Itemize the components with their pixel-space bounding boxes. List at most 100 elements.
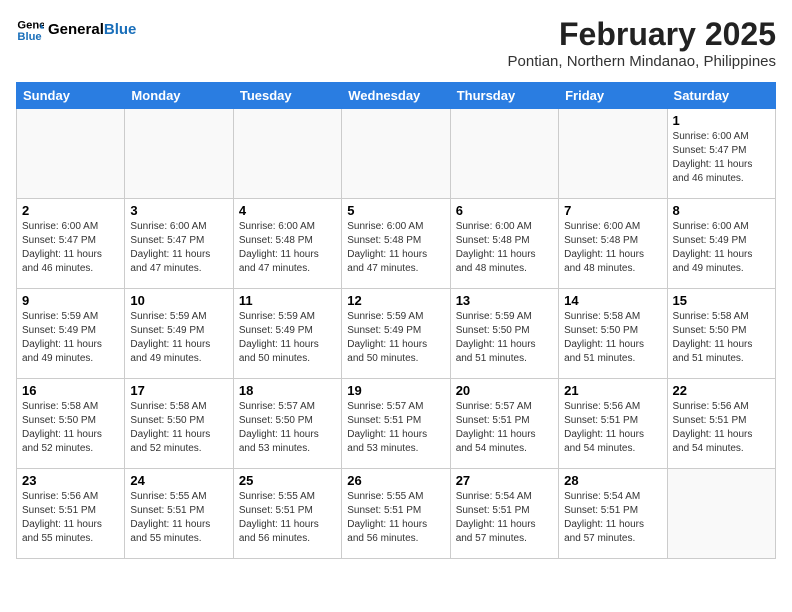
week-row-5: 23 Sunrise: 5:56 AM Sunset: 5:51 PM Dayli…: [17, 469, 776, 559]
page-header: General Blue GeneralBlue February 2025 P…: [16, 16, 776, 70]
day-info: Sunrise: 5:57 AM Sunset: 5:50 PM Dayligh…: [239, 400, 336, 456]
day-info: Sunrise: 6:00 AM Sunset: 5:49 PM Dayligh…: [673, 220, 770, 276]
svg-text:Blue: Blue: [17, 31, 41, 43]
day-info: Sunrise: 6:00 AM Sunset: 5:48 PM Dayligh…: [347, 220, 444, 276]
calendar-cell: 24 Sunrise: 5:55 AM Sunset: 5:51 PM Dayli…: [125, 469, 233, 559]
day-info: Sunrise: 5:57 AM Sunset: 5:51 PM Dayligh…: [456, 400, 553, 456]
calendar-cell: [17, 109, 125, 199]
logo-blue: Blue: [104, 21, 137, 38]
day-info: Sunrise: 5:54 AM Sunset: 5:51 PM Dayligh…: [564, 490, 661, 546]
calendar-cell: 23 Sunrise: 5:56 AM Sunset: 5:51 PM Dayli…: [17, 469, 125, 559]
calendar-cell: 25 Sunrise: 5:55 AM Sunset: 5:51 PM Dayli…: [233, 469, 341, 559]
week-row-4: 16 Sunrise: 5:58 AM Sunset: 5:50 PM Dayli…: [17, 379, 776, 469]
svg-text:General: General: [17, 20, 44, 32]
day-number: 5: [347, 203, 444, 218]
weekday-header-row: SundayMondayTuesdayWednesdayThursdayFrid…: [17, 83, 776, 109]
calendar-cell: 6 Sunrise: 6:00 AM Sunset: 5:48 PM Daylig…: [450, 199, 558, 289]
day-info: Sunrise: 6:00 AM Sunset: 5:47 PM Dayligh…: [22, 220, 119, 276]
calendar-cell: [559, 109, 667, 199]
calendar-cell: 17 Sunrise: 5:58 AM Sunset: 5:50 PM Dayli…: [125, 379, 233, 469]
day-number: 23: [22, 473, 119, 488]
day-info: Sunrise: 5:56 AM Sunset: 5:51 PM Dayligh…: [564, 400, 661, 456]
day-number: 24: [130, 473, 227, 488]
weekday-header-friday: Friday: [559, 83, 667, 109]
calendar-cell: 11Sunrise: 5:59 AM Sunset: 5:49 PM Dayli…: [233, 289, 341, 379]
calendar-cell: 1 Sunrise: 6:00 AM Sunset: 5:47 PM Daylig…: [667, 109, 775, 199]
day-info: Sunrise: 5:59 AM Sunset: 5:49 PM Dayligh…: [347, 310, 444, 366]
day-number: 2: [22, 203, 119, 218]
calendar-cell: 2 Sunrise: 6:00 AM Sunset: 5:47 PM Daylig…: [17, 199, 125, 289]
day-number: 16: [22, 383, 119, 398]
calendar-table: SundayMondayTuesdayWednesdayThursdayFrid…: [16, 82, 776, 559]
day-info: Sunrise: 5:58 AM Sunset: 5:50 PM Dayligh…: [673, 310, 770, 366]
day-number: 12: [347, 293, 444, 308]
day-number: 7: [564, 203, 661, 218]
day-info: Sunrise: 5:58 AM Sunset: 5:50 PM Dayligh…: [130, 400, 227, 456]
week-row-1: 1 Sunrise: 6:00 AM Sunset: 5:47 PM Daylig…: [17, 109, 776, 199]
day-info: Sunrise: 6:00 AM Sunset: 5:47 PM Dayligh…: [673, 130, 770, 186]
logo-icon: General Blue: [16, 16, 44, 44]
calendar-cell: 10 Sunrise: 5:59 AM Sunset: 5:49 PM Dayli…: [125, 289, 233, 379]
calendar-cell: 4 Sunrise: 6:00 AM Sunset: 5:48 PM Daylig…: [233, 199, 341, 289]
calendar-cell: [667, 469, 775, 559]
calendar-cell: 9 Sunrise: 5:59 AM Sunset: 5:49 PM Daylig…: [17, 289, 125, 379]
weekday-header-thursday: Thursday: [450, 83, 558, 109]
calendar-cell: [342, 109, 450, 199]
day-number: 21: [564, 383, 661, 398]
day-number: 25: [239, 473, 336, 488]
weekday-header-sunday: Sunday: [17, 83, 125, 109]
day-info: Sunrise: 5:55 AM Sunset: 5:51 PM Dayligh…: [239, 490, 336, 546]
day-info: Sunrise: 6:00 AM Sunset: 5:48 PM Dayligh…: [456, 220, 553, 276]
calendar-cell: [125, 109, 233, 199]
calendar-cell: 8 Sunrise: 6:00 AM Sunset: 5:49 PM Daylig…: [667, 199, 775, 289]
day-info: Sunrise: 5:57 AM Sunset: 5:51 PM Dayligh…: [347, 400, 444, 456]
calendar-cell: [233, 109, 341, 199]
day-info: Sunrise: 5:54 AM Sunset: 5:51 PM Dayligh…: [456, 490, 553, 546]
calendar-cell: 20 Sunrise: 5:57 AM Sunset: 5:51 PM Dayli…: [450, 379, 558, 469]
calendar-cell: 26 Sunrise: 5:55 AM Sunset: 5:51 PM Dayli…: [342, 469, 450, 559]
month-title: February 2025: [508, 16, 777, 53]
day-number: 4: [239, 203, 336, 218]
day-number: 18: [239, 383, 336, 398]
day-number: 10: [130, 293, 227, 308]
day-number: 13: [456, 293, 553, 308]
day-number: 3: [130, 203, 227, 218]
day-info: Sunrise: 5:59 AM Sunset: 5:49 PM Dayligh…: [130, 310, 227, 366]
day-number: 8: [673, 203, 770, 218]
calendar-cell: 12 Sunrise: 5:59 AM Sunset: 5:49 PM Dayli…: [342, 289, 450, 379]
day-info: Sunrise: 5:59 AM Sunset: 5:50 PM Dayligh…: [456, 310, 553, 366]
location-title: Pontian, Northern Mindanao, Philippines: [508, 53, 777, 70]
day-number: 6: [456, 203, 553, 218]
weekday-header-saturday: Saturday: [667, 83, 775, 109]
calendar-cell: 22 Sunrise: 5:56 AM Sunset: 5:51 PM Dayli…: [667, 379, 775, 469]
calendar-cell: 16Sunrise: 5:58 AM Sunset: 5:50 PM Dayli…: [17, 379, 125, 469]
calendar-cell: 13 Sunrise: 5:59 AM Sunset: 5:50 PM Dayli…: [450, 289, 558, 379]
day-number: 9: [22, 293, 119, 308]
day-info: Sunrise: 5:59 AM Sunset: 5:49 PM Dayligh…: [239, 310, 336, 366]
day-info: Sunrise: 6:00 AM Sunset: 5:48 PM Dayligh…: [564, 220, 661, 276]
title-block: February 2025 Pontian, Northern Mindanao…: [508, 16, 777, 70]
day-info: Sunrise: 5:56 AM Sunset: 5:51 PM Dayligh…: [22, 490, 119, 546]
day-number: 1: [673, 113, 770, 128]
day-info: Sunrise: 5:55 AM Sunset: 5:51 PM Dayligh…: [130, 490, 227, 546]
calendar-cell: 5 Sunrise: 6:00 AM Sunset: 5:48 PM Daylig…: [342, 199, 450, 289]
day-info: Sunrise: 6:00 AM Sunset: 5:47 PM Dayligh…: [130, 220, 227, 276]
calendar-cell: 19 Sunrise: 5:57 AM Sunset: 5:51 PM Dayli…: [342, 379, 450, 469]
day-info: Sunrise: 5:55 AM Sunset: 5:51 PM Dayligh…: [347, 490, 444, 546]
day-number: 17: [130, 383, 227, 398]
day-info: Sunrise: 6:00 AM Sunset: 5:48 PM Dayligh…: [239, 220, 336, 276]
calendar-cell: 15 Sunrise: 5:58 AM Sunset: 5:50 PM Dayli…: [667, 289, 775, 379]
logo-general: General: [48, 21, 104, 38]
day-number: 19: [347, 383, 444, 398]
day-number: 26: [347, 473, 444, 488]
day-info: Sunrise: 5:59 AM Sunset: 5:49 PM Dayligh…: [22, 310, 119, 366]
day-number: 20: [456, 383, 553, 398]
calendar-cell: 14Sunrise: 5:58 AM Sunset: 5:50 PM Dayli…: [559, 289, 667, 379]
day-info: Sunrise: 5:56 AM Sunset: 5:51 PM Dayligh…: [673, 400, 770, 456]
calendar-cell: 21 Sunrise: 5:56 AM Sunset: 5:51 PM Dayli…: [559, 379, 667, 469]
calendar-cell: 27 Sunrise: 5:54 AM Sunset: 5:51 PM Dayli…: [450, 469, 558, 559]
day-number: 22: [673, 383, 770, 398]
day-number: 27: [456, 473, 553, 488]
day-number: 15: [673, 293, 770, 308]
calendar-cell: 18 Sunrise: 5:57 AM Sunset: 5:50 PM Dayli…: [233, 379, 341, 469]
